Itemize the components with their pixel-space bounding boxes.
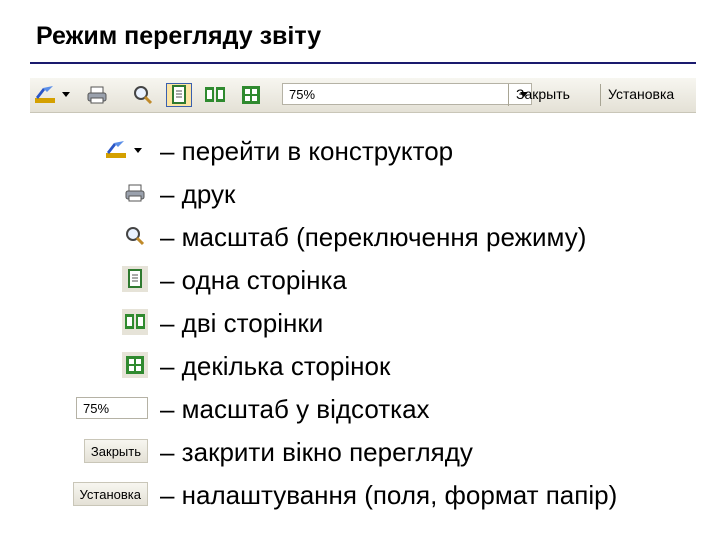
legend-row-two-pages: – дві сторінки bbox=[0, 304, 720, 344]
legend-text: – масштаб (переключення режиму) bbox=[160, 222, 587, 252]
close-label: Закрыть bbox=[516, 86, 570, 102]
legend-text: – декілька сторінок bbox=[160, 351, 391, 381]
zoom-icon bbox=[122, 223, 148, 249]
legend-text: – одна сторінка bbox=[160, 265, 347, 295]
print-icon bbox=[122, 180, 148, 206]
legend-row-zoom-percent: 75% – масштаб у відсотках bbox=[0, 390, 720, 430]
one-page-button[interactable] bbox=[166, 83, 192, 107]
legend-text: – масштаб у відсотках bbox=[160, 394, 430, 424]
two-pages-icon bbox=[205, 87, 225, 102]
legend-text: – перейти в конструктор bbox=[160, 136, 454, 166]
print-icon bbox=[87, 86, 107, 104]
legend-text: – дві сторінки bbox=[160, 308, 324, 338]
legend-row-design: – перейти в конструктор bbox=[0, 132, 720, 172]
multiple-pages-icon bbox=[242, 86, 260, 104]
multiple-pages-button[interactable] bbox=[238, 83, 264, 107]
zoom-icon bbox=[134, 86, 153, 105]
legend-row-multiple-pages: – декілька сторінок bbox=[0, 347, 720, 387]
print-preview-toolbar: 75% Закрыть Установка bbox=[30, 78, 696, 113]
design-view-icon bbox=[35, 86, 55, 103]
print-button[interactable] bbox=[84, 83, 110, 107]
close-label: Закрыть bbox=[90, 443, 141, 459]
close-button: Закрыть bbox=[83, 439, 148, 463]
setup-label: Установка bbox=[79, 486, 141, 502]
legend-text: – друк bbox=[160, 179, 236, 209]
toolbar-separator bbox=[600, 84, 601, 106]
zoom-percent-combo[interactable]: 75% bbox=[282, 83, 532, 105]
one-page-icon bbox=[122, 266, 148, 292]
design-view-button[interactable] bbox=[32, 83, 58, 107]
two-pages-icon bbox=[122, 309, 148, 335]
legend-row-close: Закрыть – закрити вікно перегляду bbox=[0, 433, 720, 473]
setup-button: Установка bbox=[72, 482, 148, 506]
legend-row-zoom: – масштаб (переключення режиму) bbox=[0, 218, 720, 258]
page-title: Режим перегляду звіту bbox=[36, 22, 322, 50]
zoom-value: 75% bbox=[289, 87, 316, 102]
title-divider bbox=[30, 62, 696, 64]
legend-text: – закрити вікно перегляду bbox=[160, 437, 473, 467]
zoom-value: 75% bbox=[83, 401, 110, 416]
legend-text: – налаштування (поля, формат папір) bbox=[160, 480, 618, 510]
zoom-percent-combo: 75% bbox=[76, 397, 148, 419]
close-button[interactable]: Закрыть bbox=[516, 86, 570, 102]
multiple-pages-icon bbox=[122, 352, 148, 378]
chevron-down-icon bbox=[62, 92, 70, 97]
toolbar-separator bbox=[508, 84, 509, 106]
design-view-icon bbox=[104, 137, 148, 163]
legend-row-print: – друк bbox=[0, 175, 720, 215]
legend-icon bbox=[100, 136, 148, 164]
setup-button[interactable]: Установка bbox=[608, 86, 674, 102]
two-pages-button[interactable] bbox=[202, 83, 228, 107]
setup-label: Установка bbox=[608, 86, 675, 102]
legend-row-setup: Установка – налаштування (поля, формат п… bbox=[0, 476, 720, 516]
zoom-button[interactable] bbox=[130, 83, 156, 107]
design-view-dropdown[interactable] bbox=[60, 83, 72, 107]
legend-row-one-page: – одна сторінка bbox=[0, 261, 720, 301]
one-page-icon bbox=[172, 85, 186, 104]
